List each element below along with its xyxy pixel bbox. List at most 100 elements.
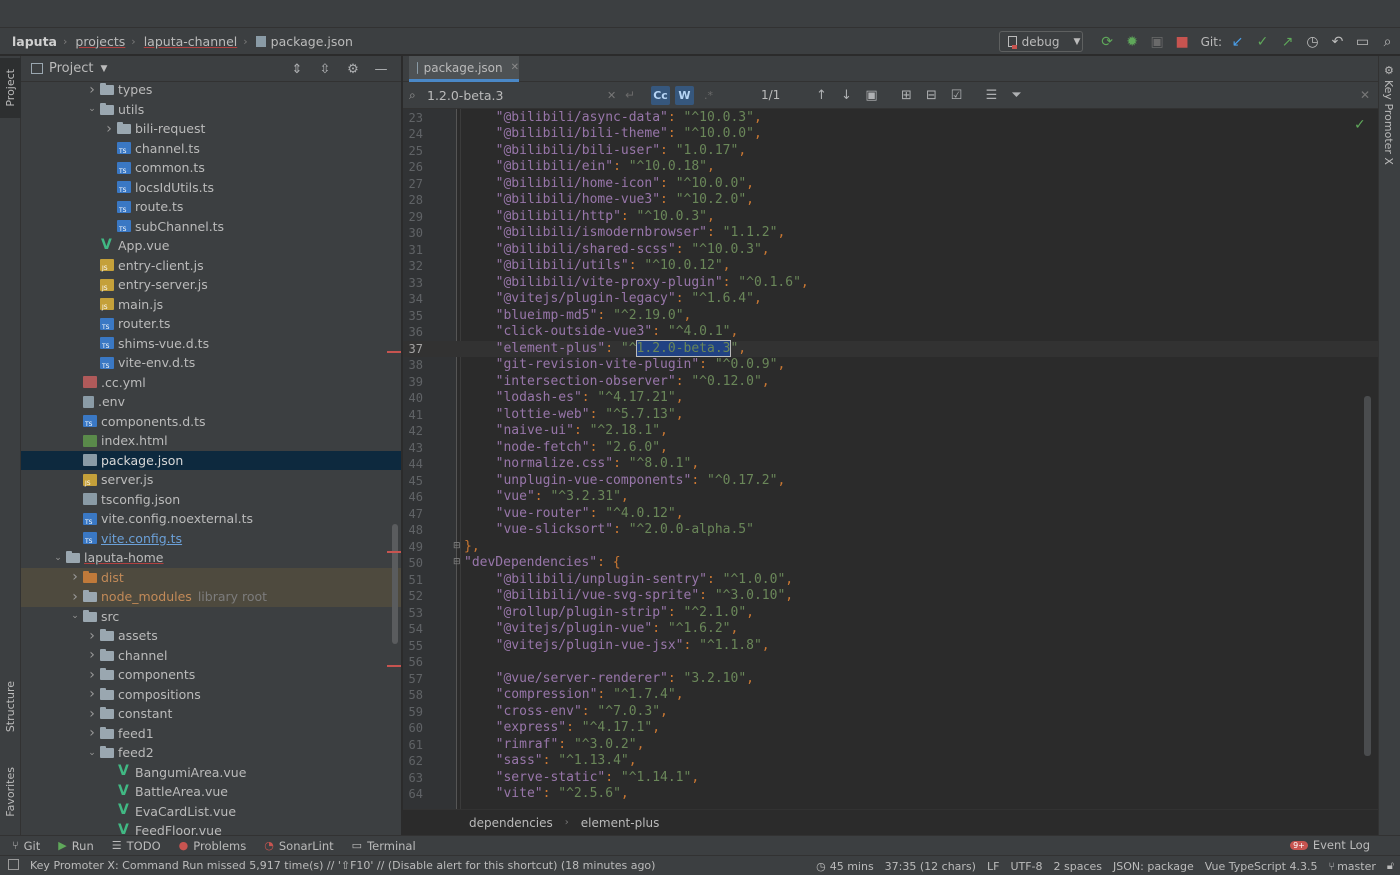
code-line[interactable]: 63 "serve-static": "^1.14.1", [403, 770, 1378, 787]
code-line[interactable]: 39 "intersection-observer": "^0.12.0", [403, 374, 1378, 391]
code-line[interactable]: 57 "@vue/server-renderer": "3.2.10", [403, 671, 1378, 688]
chevron-right-icon[interactable]: › [84, 667, 100, 683]
status-json-schema[interactable]: JSON: package [1113, 860, 1194, 873]
tree-file[interactable]: vite.config.ts [21, 529, 401, 549]
tree-file[interactable]: entry-client.js [21, 256, 401, 276]
chevron-right-icon[interactable]: › [84, 725, 100, 741]
rerun-icon[interactable]: ⟳ [1095, 32, 1120, 52]
breadcrumb-projects[interactable]: projects [67, 34, 125, 49]
tree-folder[interactable]: › feed1 [21, 724, 401, 744]
tree-file[interactable]: .env [21, 392, 401, 412]
tree-file[interactable]: EvaCardList.vue [21, 802, 401, 822]
add-occurrence-icon[interactable]: ⊞ [894, 88, 919, 103]
code-line[interactable]: 27 "@bilibili/home-icon": "^10.0.0", [403, 176, 1378, 193]
chevron-right-icon[interactable]: › [84, 686, 100, 702]
tree-file[interactable]: locsIdUtils.ts [21, 178, 401, 198]
toggle-selection-icon[interactable]: ☑ [944, 88, 969, 103]
coverage-icon[interactable]: ▣ [1145, 32, 1170, 52]
code-breadcrumb-dependencies[interactable]: dependencies [469, 816, 553, 830]
code-line[interactable]: 38 "git-revision-vite-plugin": "^0.0.9", [403, 357, 1378, 374]
project-scrollbar[interactable] [392, 524, 398, 644]
tree-folder[interactable]: ⌄ laputa-home [21, 548, 401, 568]
tree-folder[interactable]: › channel [21, 646, 401, 666]
tree-file[interactable]: App.vue [21, 236, 401, 256]
tree-file[interactable]: vite.config.noexternal.ts [21, 509, 401, 529]
chevron-right-icon[interactable]: › [84, 647, 100, 663]
code-line[interactable]: 53 "@rollup/plugin-strip": "^2.1.0", [403, 605, 1378, 622]
filter-icon[interactable]: ⏷ [1004, 88, 1029, 103]
in-selection-icon[interactable]: ☰ [979, 88, 1004, 103]
select-all-occurrences-icon[interactable]: ▣ [859, 88, 884, 103]
code-line[interactable]: 51 "@bilibili/unplugin-sentry": "^1.0.0"… [403, 572, 1378, 589]
code-line[interactable]: 32 "@bilibili/utils": "^10.0.12", [403, 258, 1378, 275]
code-line[interactable]: 45 "unplugin-vue-components": "^0.17.2", [403, 473, 1378, 490]
status-encoding[interactable]: UTF-8 [1010, 860, 1042, 873]
tool-window-git[interactable]: ⑂ Git [12, 839, 40, 853]
chevron-right-icon[interactable]: › [101, 121, 117, 137]
expand-all-icon[interactable]: ⇕ [283, 62, 311, 77]
debug-bug-icon[interactable]: ✹ [1120, 32, 1145, 52]
new-line-icon[interactable]: ↵ [625, 88, 651, 102]
tree-file[interactable]: FeedFloor.vue [21, 821, 401, 835]
tool-tab-key-promoter[interactable]: Key Promoter X [1382, 80, 1395, 165]
code-line[interactable]: 40 "lodash-es": "^4.17.21", [403, 390, 1378, 407]
code-line[interactable]: 64 "vite": "^2.5.6", [403, 786, 1378, 803]
search-input[interactable]: 1.2.0-beta.3 [427, 88, 607, 103]
code-line[interactable]: 24 "@bilibili/bili-theme": "^10.0.0", [403, 126, 1378, 143]
code-line[interactable]: 43 "node-fetch": "2.6.0", [403, 440, 1378, 457]
project-structure-icon[interactable]: ▭ [1350, 32, 1375, 52]
tool-window-problems[interactable]: ● Problems [179, 839, 247, 853]
git-push-icon[interactable]: ↗ [1275, 32, 1300, 52]
tree-folder[interactable]: › types [21, 80, 401, 100]
code-breadcrumb-element-plus[interactable]: element-plus [581, 816, 660, 830]
fold-marker-icon[interactable]: ⊟ [453, 541, 461, 551]
chevron-down-icon[interactable]: ⌄ [84, 748, 100, 758]
code-line[interactable]: 48 "vue-slicksort": "^2.0.0-alpha.5" [403, 522, 1378, 539]
tree-file[interactable]: BattleArea.vue [21, 782, 401, 802]
code-line[interactable]: 26 "@bilibili/ein": "^10.0.18", [403, 159, 1378, 176]
tree-file[interactable]: index.html [21, 431, 401, 451]
code-line[interactable]: 31 "@bilibili/shared-scss": "^10.0.3", [403, 242, 1378, 259]
tree-file[interactable]: subChannel.ts [21, 217, 401, 237]
code-line[interactable]: 42 "naive-ui": "^2.18.1", [403, 423, 1378, 440]
code-line[interactable]: 62 "sass": "^1.13.4", [403, 753, 1378, 770]
chevron-down-icon[interactable]: ▼ [100, 64, 107, 74]
tree-file[interactable]: server.js [21, 470, 401, 490]
chevron-down-icon[interactable]: ⌄ [67, 611, 83, 621]
code-line[interactable]: 33 "@bilibili/vite-proxy-plugin": "^0.1.… [403, 275, 1378, 292]
search-icon[interactable]: ⌕ [409, 88, 425, 103]
tree-folder[interactable]: › bili-request [21, 119, 401, 139]
next-occurrence-icon[interactable]: ↓ [834, 88, 859, 103]
remove-occurrence-icon[interactable]: ⊟ [919, 88, 944, 103]
tree-file[interactable]: BangumiArea.vue [21, 763, 401, 783]
gear-icon[interactable]: ⚙ [339, 62, 367, 77]
code-line[interactable]: 46 "vue": "^3.2.31", [403, 489, 1378, 506]
tree-file[interactable]: vite-env.d.ts [21, 353, 401, 373]
code-line[interactable]: 49}, ⊟ [403, 539, 1378, 556]
run-config-select[interactable]: debug ▼ [998, 31, 1083, 52]
layout-toggle-icon[interactable] [8, 859, 19, 870]
code-line[interactable]: 54 "@vitejs/plugin-vue": "^1.6.2", [403, 621, 1378, 638]
status-message[interactable]: Key Promoter X: Command Run missed 5,917… [30, 859, 655, 872]
code-line[interactable]: 30 "@bilibili/ismodernbrowser": "1.1.2", [403, 225, 1378, 242]
tree-file[interactable]: .cc.yml [21, 373, 401, 393]
lock-icon[interactable]: 🔓︎ [1387, 859, 1394, 873]
tree-folder[interactable]: › constant [21, 704, 401, 724]
tool-window-run[interactable]: ▶ Run [58, 839, 94, 853]
chevron-down-icon[interactable]: ⌄ [50, 553, 66, 563]
code-line[interactable]: 50 "devDependencies": {⊟ [403, 555, 1378, 572]
close-icon[interactable]: ✕ [511, 62, 519, 73]
rollback-icon[interactable]: ↶ [1325, 32, 1350, 52]
close-icon[interactable]: ✕ [1360, 88, 1370, 102]
code-line[interactable]: 47 "vue-router": "^4.0.12", [403, 506, 1378, 523]
chevron-right-icon[interactable]: › [67, 569, 83, 585]
breadcrumb-laputa-channel[interactable]: laputa-channel [136, 34, 238, 49]
tool-window-terminal[interactable]: ▭ Terminal [352, 839, 416, 853]
chevron-down-icon[interactable]: ⌄ [84, 104, 100, 114]
code-line[interactable]: 36 "click-outside-vue3": "^4.0.1", [403, 324, 1378, 341]
code-line[interactable]: 60 "express": "^4.17.1", [403, 720, 1378, 737]
status-language[interactable]: Vue TypeScript 4.3.5 [1205, 860, 1318, 873]
event-log-button[interactable]: 9+ Event Log [1290, 838, 1370, 852]
git-update-icon[interactable]: ↙ [1225, 32, 1250, 52]
status-time[interactable]: 45 mins [830, 860, 874, 873]
